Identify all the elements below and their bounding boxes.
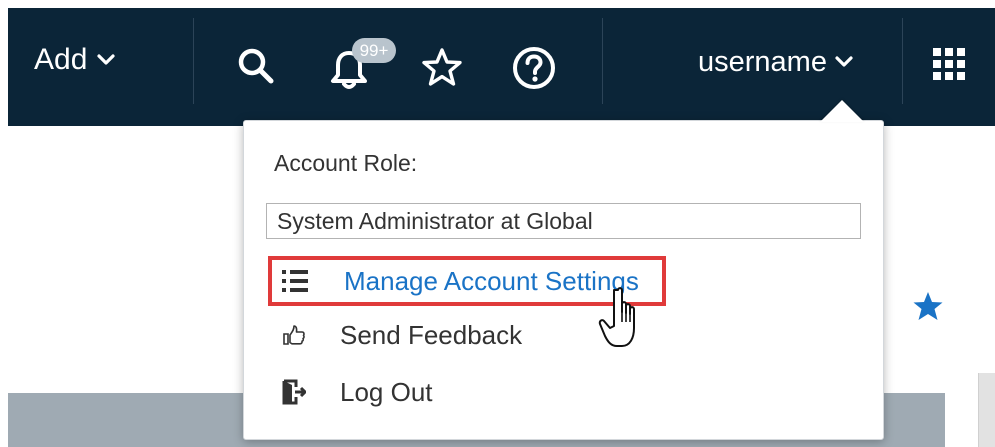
notification-badge: 99+ xyxy=(352,38,396,63)
nav-divider xyxy=(902,18,903,104)
account-role-label: Account Role: xyxy=(274,150,418,176)
nav-divider xyxy=(193,18,194,104)
thumbs-up-icon xyxy=(268,324,308,346)
user-menu-button[interactable]: username xyxy=(698,42,853,82)
apps-grid-icon[interactable] xyxy=(933,48,965,80)
star-filled-icon[interactable] xyxy=(912,290,944,322)
manage-account-settings-item[interactable]: Manage Account Settings xyxy=(268,256,666,306)
list-icon xyxy=(272,269,312,293)
chevron-down-icon xyxy=(835,56,853,68)
add-menu-button[interactable]: Add xyxy=(34,40,115,80)
app-frame: Add 99+ username Account Role: System Ad… xyxy=(0,0,995,447)
username-label: username xyxy=(698,45,827,78)
nav-divider xyxy=(602,18,603,104)
manage-account-settings-label: Manage Account Settings xyxy=(344,265,639,296)
star-outline-icon[interactable] xyxy=(420,46,464,88)
account-role-select[interactable]: System Administrator at Global xyxy=(266,203,861,239)
search-icon[interactable] xyxy=(236,46,276,86)
scrollbar[interactable] xyxy=(978,373,995,447)
logout-icon xyxy=(268,379,308,405)
log-out-item[interactable]: Log Out xyxy=(268,368,433,416)
log-out-label: Log Out xyxy=(340,376,433,407)
send-feedback-label: Send Feedback xyxy=(340,319,523,350)
dropdown-caret xyxy=(820,100,864,122)
help-icon[interactable] xyxy=(512,46,556,90)
chevron-down-icon xyxy=(97,54,115,66)
add-menu-label: Add xyxy=(34,43,88,76)
send-feedback-item[interactable]: Send Feedback xyxy=(268,311,522,359)
